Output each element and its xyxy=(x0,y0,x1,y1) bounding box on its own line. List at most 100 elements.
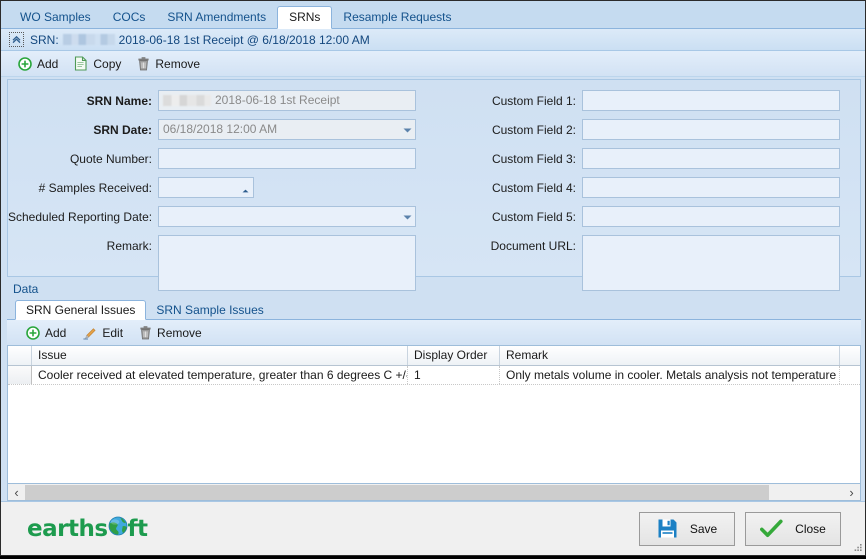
data-edit-button-label: Edit xyxy=(102,325,124,340)
pencil-icon xyxy=(82,326,97,340)
grid-column-header-remark[interactable]: Remark xyxy=(500,346,840,365)
field-label-custom-field-1: Custom Field 1: xyxy=(491,94,576,108)
form-row-srn-date: SRN Date: 06/18/2018 12:00 AM xyxy=(8,119,426,140)
data-edit-button[interactable]: Edit xyxy=(75,322,130,344)
grid-horizontal-scrollbar[interactable]: ‹ › xyxy=(7,484,861,501)
record-header-bar: SRN: 2018-06-18 1st Receipt @ 6/18/2018 … xyxy=(1,29,865,51)
redacted-client-name xyxy=(62,34,115,45)
remove-button[interactable]: Remove xyxy=(130,53,207,75)
grid-body: Cooler received at elevated temperature,… xyxy=(8,366,860,483)
form-row-srn-name: SRN Name: 2018-06-18 1st Receipt xyxy=(8,90,426,111)
form-right-column: Custom Field 1: Custom Field 2: Custom Fie… xyxy=(426,90,860,291)
form-row-scheduled-reporting-date: Scheduled Reporting Date: xyxy=(8,206,426,227)
field-input-samples-received[interactable] xyxy=(158,177,254,198)
data-tab-srn-sample-issues[interactable]: SRN Sample Issues xyxy=(146,301,273,320)
table-row[interactable]: Cooler received at elevated temperature,… xyxy=(8,366,860,385)
field-input-custom-field-1[interactable] xyxy=(582,90,840,111)
tab-srn-amendments[interactable]: SRN Amendments xyxy=(156,7,277,29)
tab-resample-requests[interactable]: Resample Requests xyxy=(332,7,462,29)
field-input-srn-name[interactable]: 2018-06-18 1st Receipt xyxy=(158,90,416,111)
field-label-quote-number: Quote Number: xyxy=(69,152,152,166)
field-input-custom-field-5[interactable] xyxy=(582,206,840,227)
redacted-value xyxy=(163,95,211,106)
grid-cell-display-order[interactable]: 1 xyxy=(408,366,500,384)
copy-button-label: Copy xyxy=(93,56,122,71)
footer-button-group: Save Close xyxy=(639,511,855,546)
resize-grip[interactable] xyxy=(851,541,863,553)
earthsoft-logo: earths ft xyxy=(27,516,148,542)
remove-button-label: Remove xyxy=(155,56,201,71)
field-label-samples-received: # Samples Received: xyxy=(38,181,152,195)
form-row-custom-field-2: Custom Field 2: xyxy=(472,119,860,140)
close-button-label: Close xyxy=(795,521,826,536)
scrollbar-track[interactable] xyxy=(25,484,843,500)
tab-srns[interactable]: SRNs xyxy=(277,6,333,29)
field-input-custom-field-4[interactable] xyxy=(582,177,840,198)
field-value: 06/18/2018 12:00 AM xyxy=(163,122,278,136)
data-tab-strip: SRN General Issues SRN Sample Issues xyxy=(7,298,861,320)
scroll-left-arrow-icon[interactable]: ‹ xyxy=(8,485,25,500)
tab-label: SRNs xyxy=(289,10,321,24)
chevron-down-icon[interactable] xyxy=(403,120,412,139)
field-input-custom-field-3[interactable] xyxy=(582,148,840,169)
grid-row-selector-header xyxy=(8,346,32,365)
checkmark-icon xyxy=(760,519,783,539)
grid-column-header-issue[interactable]: Issue xyxy=(32,346,408,365)
data-tab-label: SRN Sample Issues xyxy=(156,303,264,317)
field-input-custom-field-2[interactable] xyxy=(582,119,840,140)
srn-editor-window: WO Samples COCs SRN Amendments SRNs Resample… xyxy=(0,0,866,556)
scrollbar-thumb[interactable] xyxy=(25,484,770,500)
trash-icon xyxy=(137,56,150,71)
data-tab-label: SRN General Issues xyxy=(26,303,136,317)
form-row-quote-number: Quote Number: xyxy=(8,148,426,169)
save-button-label: Save xyxy=(689,521,718,536)
data-add-button-label: Add xyxy=(45,325,67,340)
field-label-document-url: Document URL: xyxy=(490,239,576,253)
spinner-up-icon[interactable] xyxy=(242,180,249,197)
record-toolbar: Add Copy Remove xyxy=(1,51,865,77)
tab-wo-samples[interactable]: WO Samples xyxy=(9,7,102,29)
srn-form-panel: SRN Name: 2018-06-18 1st Receipt SRN Date:… xyxy=(7,79,861,291)
field-input-quote-number[interactable] xyxy=(158,148,416,169)
field-label-custom-field-3: Custom Field 3: xyxy=(491,152,576,166)
data-toolbar: Add Edit Remove xyxy=(7,320,861,345)
record-header-prefix: SRN: xyxy=(30,32,59,47)
data-tab-srn-general-issues[interactable]: SRN General Issues xyxy=(15,300,147,320)
tab-cocs[interactable]: COCs xyxy=(102,7,157,29)
data-group: Data SRN General Issues SRN Sample Issues… xyxy=(7,281,861,501)
logo-text-pre: earths xyxy=(27,515,108,542)
floppy-disk-icon xyxy=(657,518,678,539)
data-remove-button-label: Remove xyxy=(157,325,202,340)
record-header-title: SRN: 2018-06-18 1st Receipt @ 6/18/2018 … xyxy=(30,33,370,47)
field-input-srn-date[interactable]: 06/18/2018 12:00 AM xyxy=(158,119,416,140)
quantity-stepper[interactable] xyxy=(242,180,249,195)
window-footer: earths ft Save Close xyxy=(1,501,865,555)
record-header-text: 2018-06-18 1st Receipt @ 6/18/2018 12:00… xyxy=(118,32,370,47)
data-add-button[interactable]: Add xyxy=(19,322,73,344)
tab-label: SRN Amendments xyxy=(167,10,267,24)
grid-cell-issue[interactable]: Cooler received at elevated temperature,… xyxy=(32,366,408,384)
field-label-custom-field-5: Custom Field 5: xyxy=(491,210,576,224)
close-button[interactable]: Close xyxy=(745,511,841,546)
field-label-srn-name: SRN Name: xyxy=(86,94,152,108)
form-row-samples-received: # Samples Received: xyxy=(8,177,426,198)
tab-label: WO Samples xyxy=(20,10,91,24)
form-row-custom-field-1: Custom Field 1: xyxy=(472,90,860,111)
data-remove-button[interactable]: Remove xyxy=(132,322,209,344)
save-button[interactable]: Save xyxy=(639,511,735,546)
copy-button[interactable]: Copy xyxy=(67,53,128,75)
field-label-remark: Remark: xyxy=(106,239,152,253)
chevron-down-icon[interactable] xyxy=(403,207,412,226)
field-value: 2018-06-18 1st Receipt xyxy=(215,93,340,107)
field-label-custom-field-4: Custom Field 4: xyxy=(491,181,576,195)
field-input-scheduled-reporting-date[interactable] xyxy=(158,206,416,227)
add-button[interactable]: Add xyxy=(11,53,65,75)
add-circle-plus-icon xyxy=(26,325,40,340)
collapse-chevron-up-icon[interactable] xyxy=(9,32,24,47)
grid-column-header-display-order[interactable]: Display Order xyxy=(408,346,500,365)
add-button-label: Add xyxy=(37,56,59,71)
scroll-right-arrow-icon[interactable]: › xyxy=(843,485,860,500)
row-selector-cell[interactable] xyxy=(8,366,32,384)
grid-cell-remark[interactable]: Only metals volume in cooler. Metals ana… xyxy=(500,366,840,384)
form-row-custom-field-5: Custom Field 5: xyxy=(472,206,860,227)
